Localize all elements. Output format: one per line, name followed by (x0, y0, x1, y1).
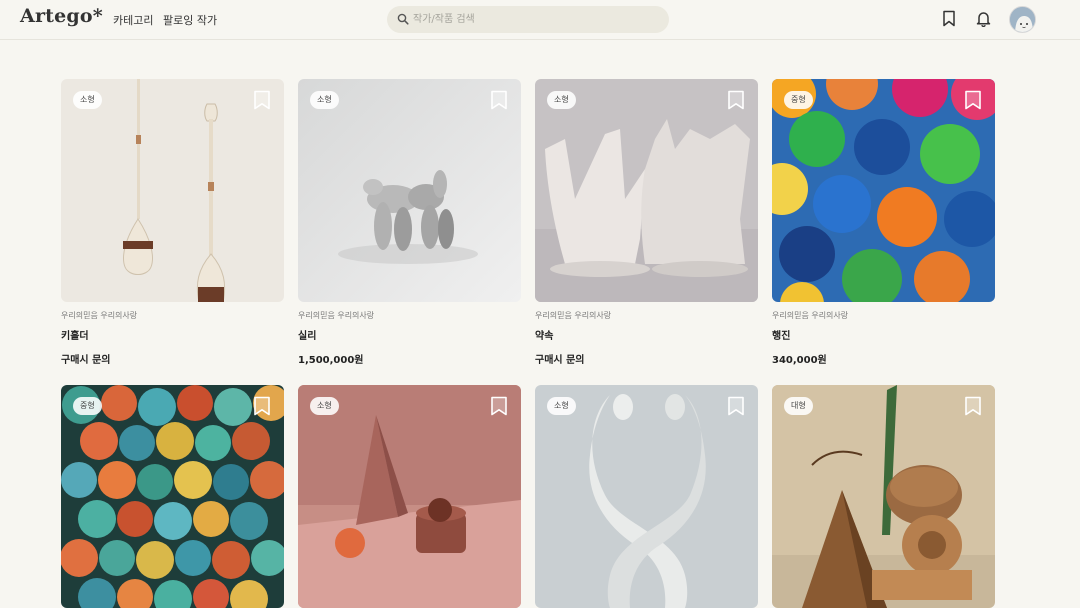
artwork-image[interactable]: 중형 (772, 79, 995, 302)
search-bar[interactable] (387, 6, 669, 33)
artwork-card[interactable]: 중형 (61, 385, 284, 608)
bookmark-icon[interactable] (727, 396, 745, 416)
artwork-card[interactable]: 소형 (535, 385, 758, 608)
artwork-image[interactable]: 소형 (298, 385, 521, 608)
bell-icon[interactable] (976, 10, 991, 27)
artwork-price: 구매시 문의 (535, 355, 585, 366)
avatar[interactable] (1009, 6, 1036, 33)
artwork-image[interactable]: 중형 (61, 385, 284, 608)
artwork-card[interactable]: 중형 우리의믿음 우리의사랑 행진 340,000원 (772, 79, 995, 366)
artwork-title[interactable]: 키홀더 (61, 327, 284, 342)
bookmark-icon[interactable] (964, 396, 982, 416)
artist-name[interactable]: 우리의믿음 우리의사랑 (772, 310, 995, 321)
size-badge: 소형 (73, 91, 102, 109)
size-badge: 중형 (784, 91, 813, 109)
artwork-title[interactable]: 실리 (298, 327, 521, 342)
artwork-title[interactable]: 행진 (772, 327, 995, 342)
artwork-card[interactable]: 소형 우리의믿음 우리의사랑 키홀더 구매시 문의 (61, 79, 284, 366)
nav-following-artists[interactable]: 팔로잉 작가 (163, 12, 217, 28)
artist-name[interactable]: 우리의믿음 우리의사랑 (61, 310, 284, 321)
logo[interactable]: Artego* (20, 5, 103, 27)
artwork-card[interactable]: 소형 우리의믿음 우리의사랑 실리 1,500,000원 (298, 79, 521, 366)
artwork-image[interactable]: 소형 (535, 385, 758, 608)
size-badge: 소형 (310, 91, 339, 109)
search-input[interactable] (413, 6, 653, 33)
artwork-image[interactable]: 소형 (535, 79, 758, 302)
artwork-image[interactable]: 대형 (772, 385, 995, 608)
size-badge: 소형 (547, 91, 576, 109)
search-icon (397, 13, 409, 25)
size-badge: 중형 (73, 397, 102, 415)
artwork-price: 340,000원 (772, 355, 827, 366)
artwork-card[interactable]: 대형 (772, 385, 995, 608)
artwork-price: 구매시 문의 (61, 355, 111, 366)
artist-name[interactable]: 우리의믿음 우리의사랑 (535, 310, 758, 321)
artwork-card[interactable]: 소형 (298, 385, 521, 608)
bookmark-icon[interactable] (253, 396, 271, 416)
bookmark-icon[interactable] (942, 10, 956, 27)
artwork-image[interactable]: 소형 (298, 79, 521, 302)
artwork-price: 1,500,000원 (298, 355, 364, 366)
bookmark-icon[interactable] (727, 90, 745, 110)
artwork-card[interactable]: 소형 우리의믿음 우리의사랑 약속 구매시 문의 (535, 79, 758, 366)
bookmark-icon[interactable] (490, 90, 508, 110)
artwork-title[interactable]: 약속 (535, 327, 758, 342)
bookmark-icon[interactable] (490, 396, 508, 416)
artwork-image[interactable]: 소형 (61, 79, 284, 302)
nav-categories[interactable]: 카테고리 (113, 12, 153, 28)
size-badge: 소형 (310, 397, 339, 415)
bookmark-icon[interactable] (964, 90, 982, 110)
artist-name[interactable]: 우리의믿음 우리의사랑 (298, 310, 521, 321)
size-badge: 대형 (784, 397, 813, 415)
top-header: Artego* 카테고리 팔로잉 작가 (0, 0, 1080, 40)
bookmark-icon[interactable] (253, 90, 271, 110)
size-badge: 소형 (547, 397, 576, 415)
